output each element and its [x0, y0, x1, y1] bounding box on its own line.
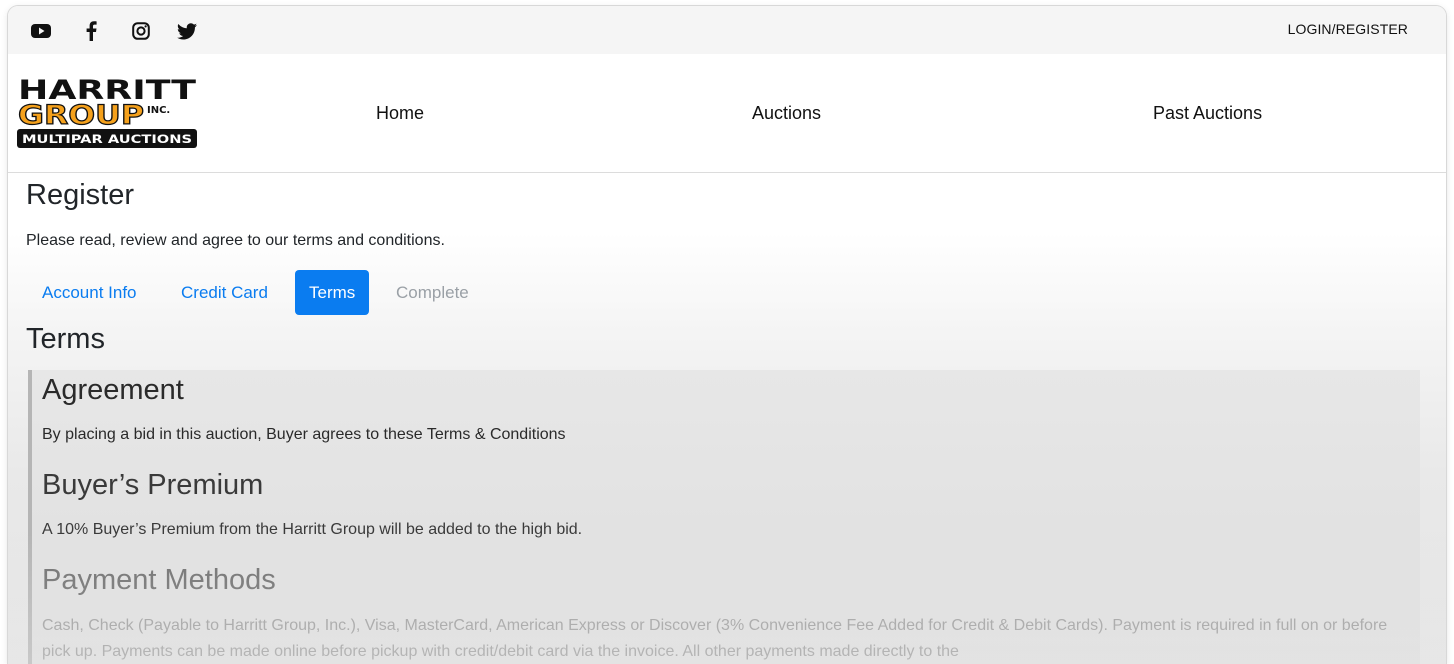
top-bar: LOGIN/REGISTER: [8, 6, 1446, 54]
main-navbar: HARRITT GROUP INC. MULTIPAR AUCTIONS Hom…: [8, 54, 1446, 173]
tab-credit-card[interactable]: Credit Card: [181, 270, 268, 315]
svg-text:INC.: INC.: [147, 105, 170, 116]
twitter-icon[interactable]: [176, 20, 198, 42]
facebook-icon[interactable]: [80, 20, 102, 42]
login-register-link[interactable]: LOGIN/REGISTER: [1288, 21, 1408, 37]
term-body-agreement: By placing a bid in this auction, Buyer …: [42, 426, 566, 443]
harritt-group-logo[interactable]: HARRITT GROUP INC. MULTIPAR AUCTIONS: [16, 76, 200, 152]
nav-past-auctions[interactable]: Past Auctions: [1153, 103, 1262, 124]
instagram-icon[interactable]: [130, 20, 152, 42]
browser-window: LOGIN/REGISTER HARRITT GROUP INC. MULTIP…: [8, 6, 1446, 664]
terms-title: Terms: [26, 323, 105, 355]
tab-account-info[interactable]: Account Info: [42, 270, 137, 315]
svg-text:MULTIPAR AUCTIONS: MULTIPAR AUCTIONS: [22, 132, 192, 146]
term-body-buyers-premium: A 10% Buyer’s Premium from the Harritt G…: [42, 521, 583, 538]
svg-text:GROUP: GROUP: [18, 100, 144, 131]
nav-auctions[interactable]: Auctions: [752, 103, 821, 124]
term-heading-payment-methods: Payment Methods: [42, 564, 276, 596]
tab-complete: Complete: [396, 283, 469, 302]
intro-text: Please read, review and agree to our ter…: [26, 232, 445, 249]
term-body-payment-methods: Cash, Check (Payable to Harritt Group, I…: [42, 617, 1388, 660]
term-heading-buyers-premium: Buyer’s Premium: [42, 469, 264, 501]
nav-home[interactable]: Home: [376, 103, 424, 124]
youtube-icon[interactable]: [30, 20, 52, 42]
terms-scroll-box[interactable]: Agreement By placing a bid in this aucti…: [28, 370, 1420, 664]
register-content: Register Please read, review and agree t…: [8, 173, 1446, 664]
tab-terms[interactable]: Terms: [295, 270, 370, 315]
term-heading-agreement: Agreement: [42, 374, 184, 406]
page-title: Register: [26, 179, 134, 211]
